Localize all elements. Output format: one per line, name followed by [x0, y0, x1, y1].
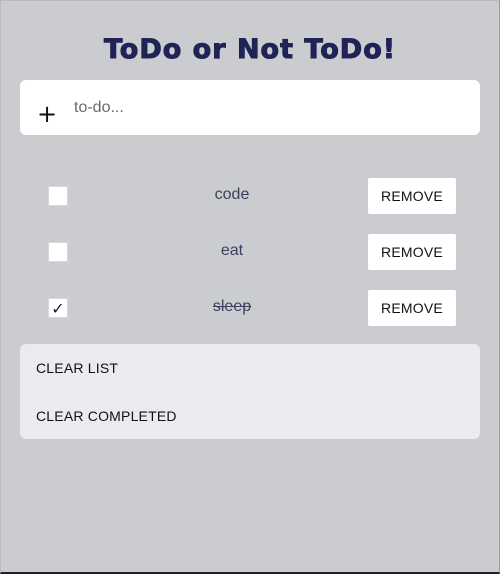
todo-checkbox[interactable] [48, 186, 68, 206]
todo-item: ✓ sleep REMOVE [20, 290, 480, 326]
todo-checkbox[interactable] [48, 242, 68, 262]
page-title: ToDo or Not ToDo! [103, 34, 397, 66]
todo-label: sleep [212, 298, 252, 315]
todo-item: code REMOVE [20, 178, 480, 214]
checkmark-icon: ✓ [51, 298, 65, 318]
todo-item: eat REMOVE [20, 234, 480, 270]
remove-button[interactable]: REMOVE [368, 178, 456, 214]
app-window: ToDo or Not ToDo! + code REMOVE eat REMO… [0, 0, 500, 574]
clear-list-button[interactable]: CLEAR LIST [36, 360, 118, 376]
remove-button[interactable]: REMOVE [368, 290, 456, 326]
new-todo-input[interactable] [72, 92, 456, 124]
new-todo-bar: + [20, 80, 480, 135]
todo-checkbox-checked[interactable]: ✓ [48, 298, 68, 318]
plus-icon[interactable]: + [37, 102, 57, 126]
actions-panel: CLEAR LIST CLEAR COMPLETED [20, 344, 480, 439]
clear-completed-button[interactable]: CLEAR COMPLETED [36, 408, 177, 424]
todo-label: eat [220, 242, 244, 259]
todo-label: code [214, 186, 250, 203]
remove-button[interactable]: REMOVE [368, 234, 456, 270]
